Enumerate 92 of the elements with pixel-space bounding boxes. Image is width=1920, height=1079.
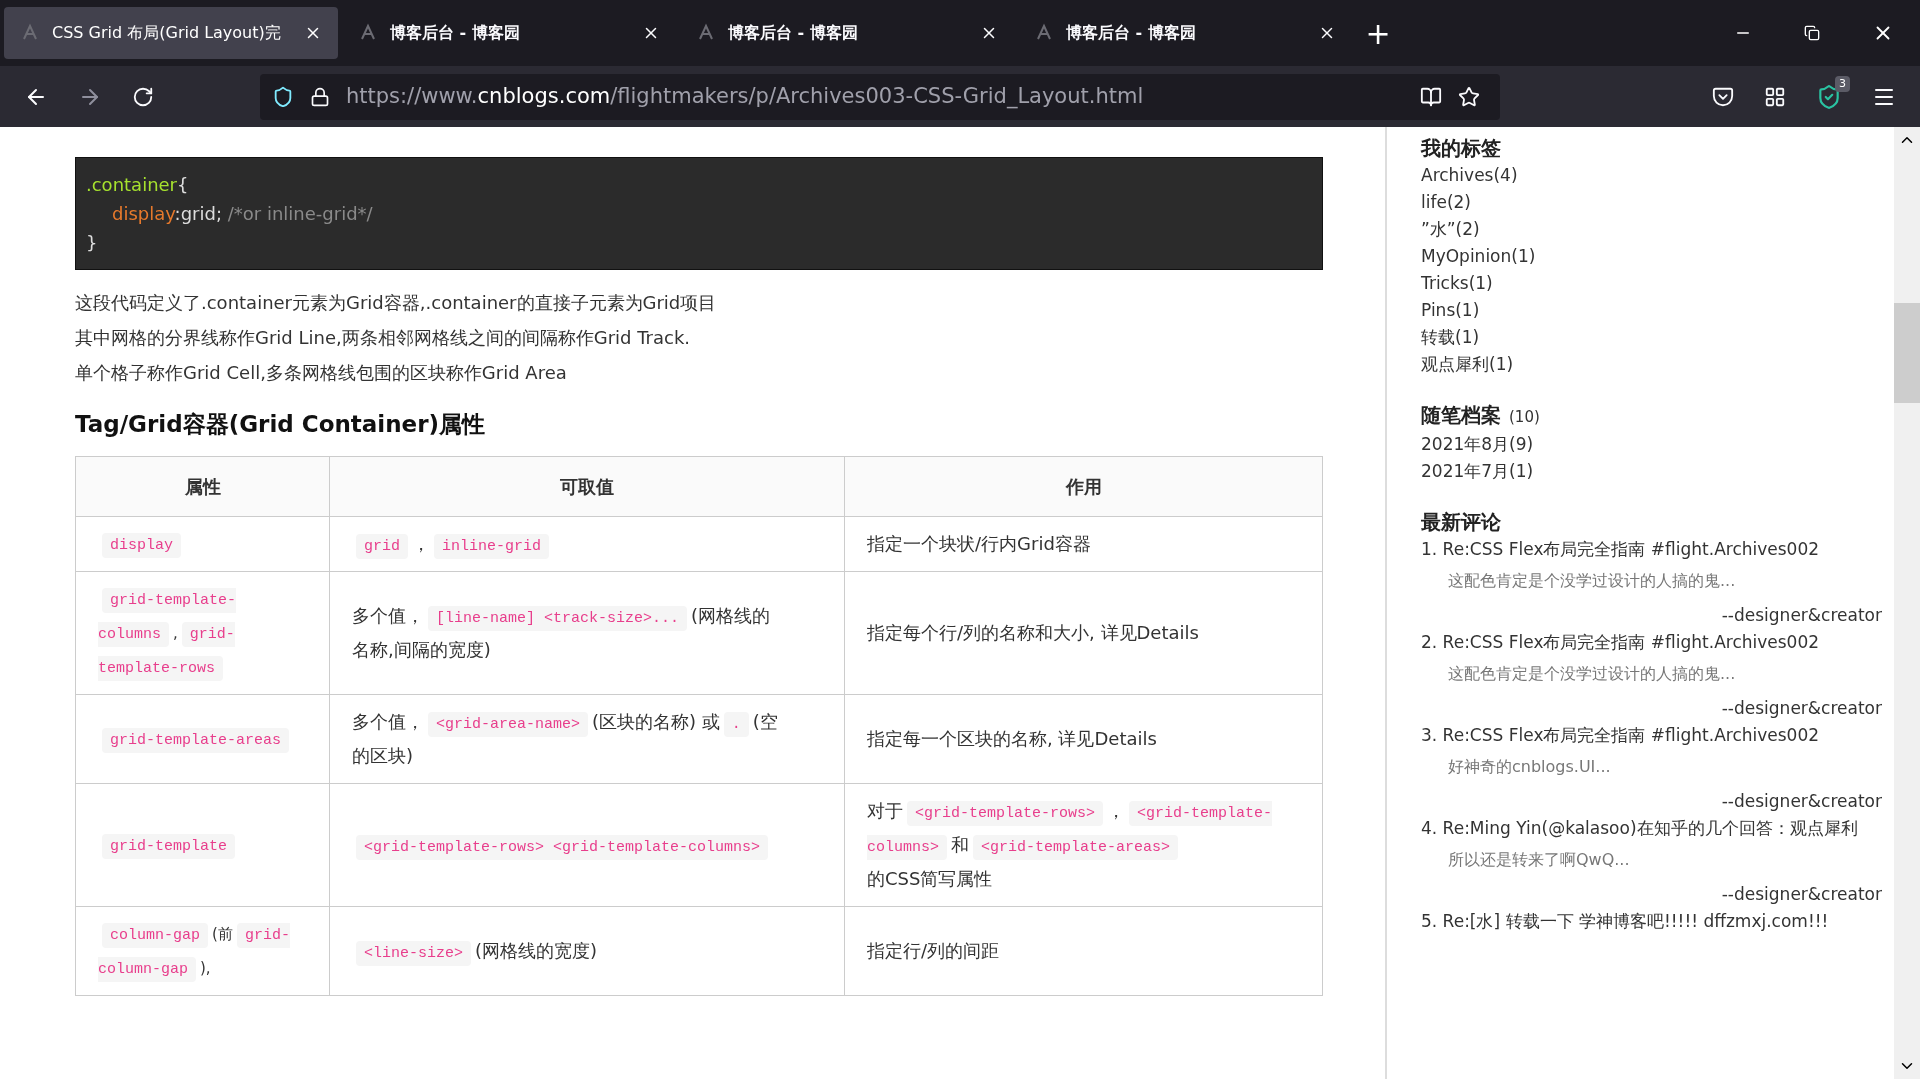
inline-code: <line-size> [356,940,472,966]
cell-text: 对于 [867,799,903,821]
cell-text: 名称,间隔的宽度) [352,638,491,660]
comment-link[interactable]: 3. Re:CSS Flex布局完全指南 #flight.Archives002 [1421,722,1890,749]
paragraph: 其中网格的分界线称作Grid Line,两条相邻网格线之间的间隔称作Grid Track. [75,326,692,350]
post-count: (10) [1509,407,1540,428]
reader-view-icon[interactable] [1420,85,1442,108]
shield-check-icon[interactable] [1816,83,1842,110]
inline-code: <grid-area-name> [428,711,589,737]
archive-link[interactable]: 2021年8月(9) [1421,431,1890,458]
inline-code: grid-template-areas [102,727,290,753]
cell-text: 指定每一个区块的名称, 详见Details [867,727,1157,749]
inline-code: [line-name] <track-size>... [428,605,688,631]
cell-text: 的区块) [352,744,414,766]
paragraph: 单个格子称作Grid Cell,多条网格线包围的区块称作Grid Area [75,361,568,385]
browser-tab[interactable]: CSS Grid 布局(Grid Layout)完 [4,7,338,59]
scrollbar-thumb[interactable] [1894,303,1920,403]
browser-tab[interactable]: 博客后台 - 博客园 [680,7,1014,59]
comment-link[interactable]: 4. Re:Ming Yin(@kalasoo)在知乎的几个回答：观点犀利 [1421,815,1890,842]
shield-icon [272,85,294,108]
tab-title: 博客后台 - 博客园 [390,22,521,44]
cell-text: 指定行/列的间距 [867,939,1000,961]
tag-link[interactable]: MyOpinion(1) [1421,243,1890,270]
comment-link[interactable]: 5. Re:[水] 转载一下 学神博客吧!!!!! dffzmxj.com!!! [1421,908,1890,935]
cell-text: 多个值， [352,710,424,732]
comment-author: --designer&creator [1720,697,1883,720]
inline-code: grid-template [102,833,236,859]
pocket-icon[interactable] [1712,85,1734,108]
comment-excerpt: 这配色肯定是个没学过设计的人搞的鬼... [1447,663,1737,685]
tab-title: CSS Grid 布局(Grid Layout)完 [52,22,282,44]
column-header: 作用 [844,456,1323,516]
column-header: 可取值 [329,456,845,516]
cell-text: ， [412,532,430,554]
tab-title: 博客后台 - 博客园 [728,22,859,44]
comment-link[interactable]: 1. Re:CSS Flex布局完全指南 #flight.Archives002 [1421,536,1890,563]
inline-code: column-gap [102,922,208,948]
cell-text: (网格线的 [691,604,771,626]
cell-text: ， [1107,799,1126,821]
cell-text: 多个值， [352,604,424,626]
reload-icon[interactable] [132,85,154,108]
tag-link[interactable]: Pins(1) [1421,297,1890,324]
column-header: 属性 [75,456,330,516]
section-heading: Tag/Grid容器(Grid Container)属性 [75,410,487,439]
cell-text: 指定每个行/列的名称和大小, 详见Details [867,621,1199,643]
bookmark-star-icon[interactable] [1458,85,1480,108]
archive-link[interactable]: 2021年7月(1) [1421,458,1890,485]
cell-text: (空 [752,710,778,732]
comment-excerpt: 这配色肯定是个没学过设计的人搞的鬼... [1447,570,1737,592]
tag-link[interactable]: ”水”(2) [1421,216,1890,243]
comment-excerpt: 所以还是转来了啊QwQ... [1447,849,1631,871]
restore-icon[interactable] [1804,25,1820,41]
cell-text: 和 [951,833,969,855]
cell-text: 的CSS简写属性 [867,867,993,889]
url-text: https://www.cnblogs.com/flightmakers/p/Archives003-CSS-Grid_Layout.html [346,82,1145,111]
browser-tab[interactable]: 博客后台 - 博客园 [1018,7,1352,59]
inline-code: display [102,532,181,558]
tag-link[interactable]: Tricks(1) [1421,270,1890,297]
inline-code: <grid-template-rows> [907,800,1104,826]
code-line: .container{ [86,173,190,197]
sidebar-heading: 随笔档案 [1421,402,1501,429]
browser-tab[interactable]: 博客后台 - 博客园 [342,7,676,59]
cell-text: (区块的名称) 或 [592,710,720,732]
comment-author: --designer&creator [1720,790,1883,813]
tag-link[interactable]: 观点犀利(1) [1421,351,1890,378]
address-bar[interactable]: https://www.cnblogs.com/flightmakers/p/Archives003-CSS-Grid_Layout.html [260,73,1500,120]
tag-link[interactable]: life(2) [1421,189,1890,216]
comment-author: --designer&creator [1720,604,1883,627]
extension-icon[interactable] [1764,85,1786,108]
cell-text: 指定一个块状/行内Grid容器 [867,532,1091,554]
inline-code: grid [356,533,408,559]
inline-code: inline-grid [434,533,550,559]
comment-link[interactable]: 2. Re:CSS Flex布局完全指南 #flight.Archives002 [1421,629,1890,656]
tag-link[interactable]: 转载(1) [1421,324,1890,351]
sidebar-heading: 我的标签 [1421,135,1502,162]
inline-code: <grid-template-areas> [973,834,1179,860]
comment-excerpt: 好神奇的cnblogs.UI... [1447,756,1612,778]
sidebar-heading: 最新评论 [1421,509,1502,536]
tab-title: 博客后台 - 博客园 [1066,22,1197,44]
cell-text: ), [200,958,211,977]
new-tab-button[interactable]: + [1356,11,1400,55]
tag-link[interactable]: Archives(4) [1421,162,1890,189]
inline-code: <grid-template-rows> <grid-template-columns> [356,834,769,860]
cell-text: (前 [212,924,233,943]
paragraph: 这段代码定义了.container元素为Grid容器,.container的直接子元素为Grid项目 [75,291,718,315]
cell-text: (网格线的宽度) [475,939,598,961]
code-line: display:grid; /*or inline-grid*/ [111,202,374,226]
cell-text: , [173,623,178,642]
count-badge: 3 [1835,75,1850,92]
comment-author: --designer&creator [1720,883,1883,906]
lock-icon [310,86,330,107]
inline-code: . [723,711,749,737]
code-line: } [86,231,99,255]
